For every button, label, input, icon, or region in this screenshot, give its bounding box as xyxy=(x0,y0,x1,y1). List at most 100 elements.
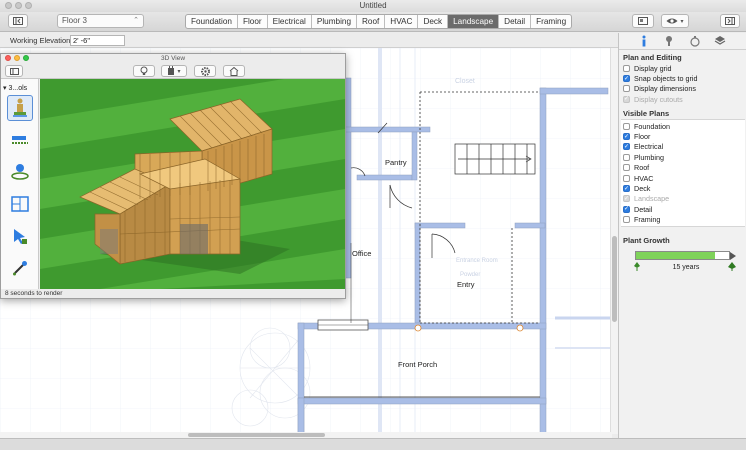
checkbox[interactable] xyxy=(623,174,630,182)
info-tab[interactable] xyxy=(639,35,653,47)
room-label-pantry: Pantry xyxy=(385,158,407,167)
3d-view-toolbar: ▾ xyxy=(1,63,345,79)
checkbox[interactable]: ✓ xyxy=(623,185,630,193)
materials-tab[interactable] xyxy=(714,35,728,47)
checkbox-label: Landscape xyxy=(634,194,670,204)
layout-icon xyxy=(638,17,648,25)
tab-foundation[interactable]: Foundation xyxy=(186,15,238,28)
checkbox[interactable] xyxy=(623,216,630,224)
object-tab[interactable] xyxy=(689,35,703,47)
visible-plan-plumbing[interactable]: Plumbing xyxy=(621,152,745,162)
checkbox-label: Snap objects to grid xyxy=(634,74,698,84)
option-snap-objects-to-grid[interactable]: ✓ Snap objects to grid xyxy=(621,73,745,83)
option-display-dimensions[interactable]: Display dimensions xyxy=(621,84,745,94)
faded-label: Entrance Room xyxy=(456,258,498,264)
timer-icon xyxy=(690,36,700,47)
checkbox: ✓ xyxy=(623,95,630,103)
tab-roof[interactable]: Roof xyxy=(357,15,386,28)
option-display-grid[interactable]: Display grid xyxy=(621,63,745,73)
plan-editing-section: Plan and Editing Display grid ✓ Snap objec… xyxy=(621,53,745,105)
visible-plan-detail[interactable]: ✓ Detail xyxy=(621,204,745,214)
room-label-front-porch: Front Porch xyxy=(398,360,437,369)
minimize-window-button[interactable] xyxy=(15,2,22,9)
checkbox[interactable]: ✓ xyxy=(623,75,630,83)
view-options-button[interactable]: ▾ xyxy=(661,14,689,28)
plan-overlay-button[interactable] xyxy=(632,14,654,28)
elevation-input[interactable]: 2' -6" xyxy=(70,35,125,46)
tab-landscape[interactable]: Landscape xyxy=(448,15,500,28)
home-icon xyxy=(229,66,239,76)
disclosure-triangle-icon[interactable]: ▾ xyxy=(3,85,7,92)
3d-view-window: 3D View ▾ ▾ 3...ols 8 seconds to render xyxy=(0,53,346,299)
cursor-icon xyxy=(14,229,27,244)
checkbox[interactable] xyxy=(623,122,630,130)
info-icon xyxy=(642,35,646,47)
minimize-3d-view-button[interactable] xyxy=(14,55,20,61)
checkbox-label: Framing xyxy=(634,215,661,225)
orbit-tool[interactable] xyxy=(7,159,33,185)
3d-sidebar-toggle-button[interactable] xyxy=(5,65,23,77)
select-tool[interactable] xyxy=(7,223,33,249)
visible-plan-deck[interactable]: ✓ Deck xyxy=(621,183,745,193)
checkbox-label: Display grid xyxy=(634,63,672,73)
tab-hvac[interactable]: HVAC xyxy=(385,15,419,28)
slider-handle-icon[interactable] xyxy=(730,252,736,260)
checkbox[interactable] xyxy=(623,85,630,93)
horizontal-scroll-thumb[interactable] xyxy=(188,433,325,437)
visible-plan-electrical[interactable]: ✓ Electrical xyxy=(621,142,745,152)
plant-tab[interactable] xyxy=(663,35,677,47)
vertical-scrollbar[interactable] xyxy=(610,48,618,434)
tab-plumbing[interactable]: Plumbing xyxy=(312,15,357,28)
section-title: Plan and Editing xyxy=(623,53,682,62)
eye-icon xyxy=(666,18,678,24)
checkbox[interactable]: ✓ xyxy=(623,205,630,213)
checkbox[interactable]: ✓ xyxy=(623,133,630,141)
tab-framing[interactable]: Framing xyxy=(531,15,571,28)
walkthrough-tool[interactable] xyxy=(7,127,33,153)
room-label-entry: Entry xyxy=(457,280,475,289)
checkbox[interactable] xyxy=(623,164,630,172)
visible-plan-floor[interactable]: ✓ Floor xyxy=(621,131,745,141)
checkbox-label: HVAC xyxy=(634,173,654,183)
room-label-office: Office xyxy=(352,249,371,258)
render-settings-button[interactable] xyxy=(194,65,216,77)
checkbox[interactable]: ✓ xyxy=(623,143,630,151)
tab-floor[interactable]: Floor xyxy=(238,15,268,28)
tab-deck[interactable]: Deck xyxy=(418,15,449,28)
eyedropper-tool[interactable] xyxy=(7,255,33,281)
figure-tool[interactable] xyxy=(7,95,33,121)
floor-select-value: Floor 3 xyxy=(62,16,87,25)
checkbox-label: Foundation xyxy=(634,121,670,131)
visible-plan-framing[interactable]: Framing xyxy=(621,215,745,225)
right-panel-toggle-button[interactable] xyxy=(720,14,740,28)
zoom-window-button[interactable] xyxy=(25,2,32,9)
checkbox[interactable] xyxy=(623,64,630,72)
3d-tool-palette: ▾ 3...ols xyxy=(1,79,39,289)
chevron-down-icon: ▾ xyxy=(177,68,181,75)
figure-icon xyxy=(13,98,27,117)
checkbox-label: Display cutouts xyxy=(634,94,683,104)
checkbox-label: Display dimensions xyxy=(634,84,696,94)
vertical-scroll-thumb[interactable] xyxy=(612,236,617,322)
visible-plan-foundation[interactable]: Foundation xyxy=(621,121,745,131)
globe-icon xyxy=(11,164,29,180)
3d-render-viewport[interactable] xyxy=(40,79,345,289)
checkbox[interactable] xyxy=(623,153,630,161)
tab-detail[interactable]: Detail xyxy=(499,15,532,28)
close-3d-view-button[interactable] xyxy=(5,55,11,61)
lighting-button[interactable] xyxy=(133,65,155,77)
faded-label: Closet xyxy=(455,78,475,85)
section-tool[interactable] xyxy=(7,191,33,217)
3d-view-title: 3D View xyxy=(160,55,186,62)
zoom-3d-view-button[interactable] xyxy=(23,55,29,61)
camera-button[interactable]: ▾ xyxy=(161,65,187,77)
visible-plan-roof[interactable]: Roof xyxy=(621,163,745,173)
visible-plans-section: Visible Plans Foundation ✓ Floor ✓ Electrica… xyxy=(621,109,745,227)
home-view-button[interactable] xyxy=(223,65,245,77)
left-panel-toggle-button[interactable] xyxy=(8,14,28,28)
visible-plan-hvac[interactable]: HVAC xyxy=(621,173,745,183)
floor-select[interactable]: Floor 3 ⌃ xyxy=(57,14,144,28)
close-window-button[interactable] xyxy=(5,2,12,9)
plant-growth-slider[interactable] xyxy=(635,251,730,260)
tab-electrical[interactable]: Electrical xyxy=(268,15,312,28)
